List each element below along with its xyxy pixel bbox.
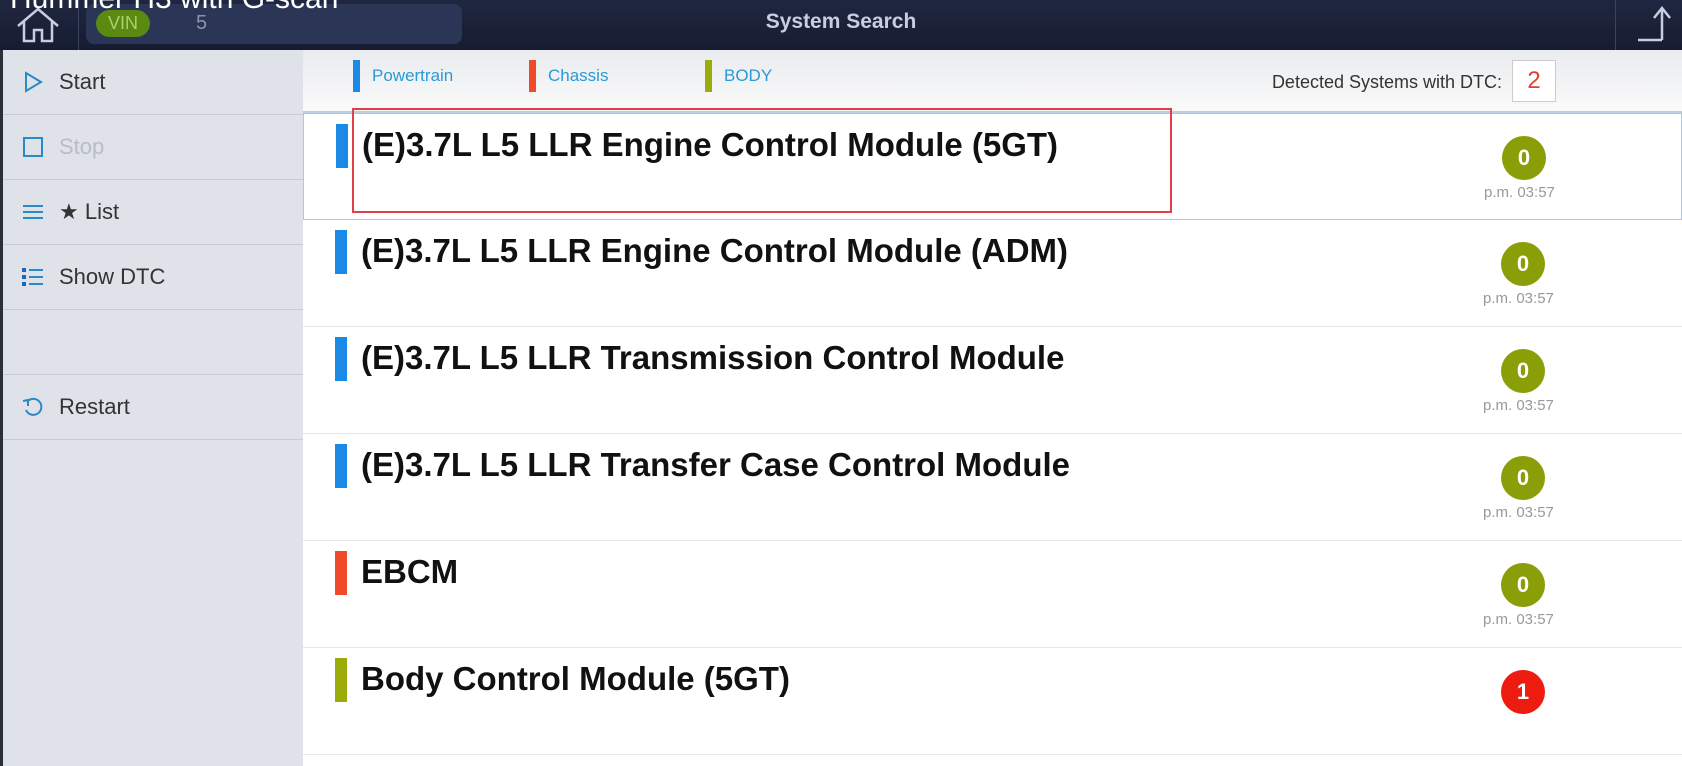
system-name: (E)3.7L L5 LLR Engine Control Module (AD… xyxy=(361,232,1069,269)
divider xyxy=(1615,0,1616,50)
dtc-count: 2 xyxy=(1512,60,1556,102)
scan-time: p.m. 03:57 xyxy=(1483,397,1554,414)
play-icon xyxy=(25,71,43,93)
dtc-badge: 1 xyxy=(1501,670,1545,714)
system-name: (E)3.7L L5 LLR Transmission Control Modu… xyxy=(361,339,1065,376)
sidebar-item-label: Restart xyxy=(59,394,130,419)
system-row[interactable]: (E)3.7L L5 LLR Engine Control Module (AD… xyxy=(303,220,1682,327)
scan-time: p.m. 03:57 xyxy=(1483,611,1554,628)
system-name: Body Control Module (5GT) xyxy=(361,660,790,697)
highlight-annotation xyxy=(352,108,1172,213)
legend-label: BODY xyxy=(724,66,773,85)
sidebar-item-restart[interactable]: Restart xyxy=(3,375,303,440)
category-bar xyxy=(335,444,347,488)
list-icon xyxy=(23,205,43,219)
category-bar xyxy=(335,337,347,381)
scan-time: p.m. 03:57 xyxy=(1484,184,1555,201)
dtc-badge: 0 xyxy=(1501,563,1545,607)
filter-bar: Powertrain Chassis BODY Detected Systems… xyxy=(303,50,1682,113)
legend-body[interactable]: BODY xyxy=(705,60,772,92)
legend-powertrain[interactable]: Powertrain xyxy=(353,60,453,92)
color-swatch xyxy=(353,60,360,92)
sidebar-item-label: Stop xyxy=(59,134,105,159)
category-bar xyxy=(335,658,347,702)
exit-icon[interactable] xyxy=(1636,4,1672,44)
sidebar-item-label: ★ List xyxy=(59,199,120,224)
dtc-badge: 0 xyxy=(1501,456,1545,500)
sidebar-item-label: Show DTC xyxy=(59,264,166,289)
bullet-list-icon xyxy=(22,268,43,286)
dtc-badge: 0 xyxy=(1501,349,1545,393)
dtc-badge: 0 xyxy=(1502,136,1546,180)
legend-label: Powertrain xyxy=(372,66,454,85)
system-row[interactable]: (E)3.7L L5 LLR Transfer Case Control Mod… xyxy=(303,434,1682,541)
sidebar-spacer xyxy=(3,310,303,375)
category-bar xyxy=(335,230,347,274)
scan-time: p.m. 03:57 xyxy=(1483,290,1554,307)
stop-icon xyxy=(23,137,43,157)
color-swatch xyxy=(705,60,712,92)
sidebar: Start Stop ★ List Show DTC Restart xyxy=(0,50,303,766)
sidebar-item-show-dtc[interactable]: Show DTC xyxy=(3,245,303,310)
color-swatch xyxy=(529,60,536,92)
sidebar-item-start[interactable]: Start xyxy=(3,50,303,115)
dtc-summary-label: Detected Systems with DTC: xyxy=(1271,72,1502,92)
legend-chassis[interactable]: Chassis xyxy=(529,60,608,92)
sidebar-item-stop[interactable]: Stop xyxy=(3,115,303,180)
sidebar-item-list[interactable]: ★ List xyxy=(3,180,303,245)
restart-icon xyxy=(22,397,43,416)
category-bar xyxy=(336,124,348,168)
sidebar-item-label: Start xyxy=(59,69,106,94)
system-row[interactable]: EBCM 0 p.m. 03:57 xyxy=(303,541,1682,648)
legend-label: Chassis xyxy=(548,66,609,85)
system-name: EBCM xyxy=(361,553,459,590)
system-row[interactable]: (E)3.7L L5 LLR Transmission Control Modu… xyxy=(303,327,1682,434)
header: VIN 5 System Search Hummer H3 with G-sca… xyxy=(0,0,1682,50)
video-overlay-title: Hummer H3 with G-scan xyxy=(10,0,338,16)
dtc-badge: 0 xyxy=(1501,242,1545,286)
category-bar xyxy=(335,551,347,595)
scan-time: p.m. 03:57 xyxy=(1483,504,1554,521)
system-name: (E)3.7L L5 LLR Transfer Case Control Mod… xyxy=(361,446,1071,483)
system-row[interactable]: Body Control Module (5GT) 1 xyxy=(303,648,1682,755)
